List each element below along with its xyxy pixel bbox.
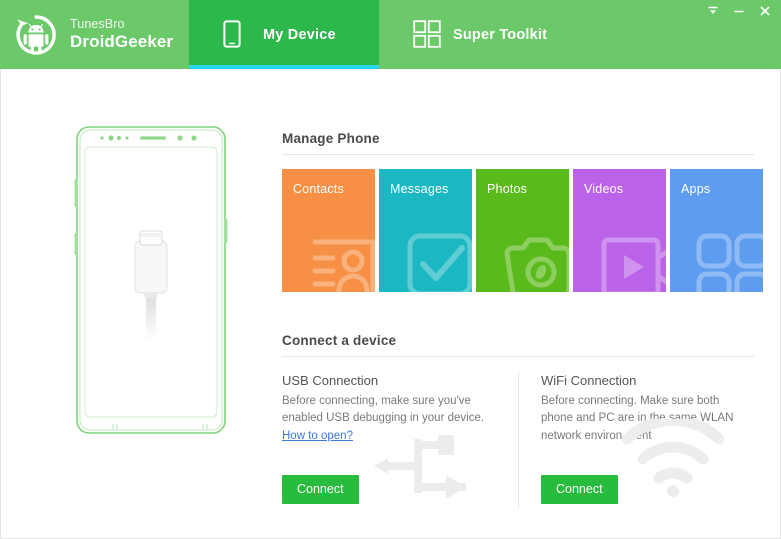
close-icon[interactable] — [753, 1, 777, 21]
wifi-connect-button[interactable]: Connect — [541, 474, 618, 504]
tab-super-toolkit[interactable]: Super Toolkit — [379, 0, 639, 69]
tile-photos-label: Photos — [487, 182, 528, 196]
connect-device-title: Connect a device — [282, 333, 754, 357]
tile-videos-label: Videos — [584, 182, 624, 196]
tile-messages-label: Messages — [390, 182, 449, 196]
brand-text: TunesBro DroidGeeker — [70, 17, 173, 52]
tile-photos[interactable]: Photos — [476, 169, 569, 292]
phone-icon — [223, 19, 249, 50]
minimize-icon[interactable] — [727, 1, 751, 21]
contact-card-icon — [305, 228, 375, 292]
wifi-connection-column: WiFi Connection Before connecting. Make … — [518, 373, 754, 508]
content-area: Manage Phone Contacts Messages Photos Vi… — [0, 69, 781, 539]
tab-super-toolkit-label: Super Toolkit — [453, 26, 548, 43]
manage-phone-tiles: Contacts Messages Photos Videos Apps — [282, 169, 763, 292]
usb-connection-desc: Before connecting, make sure you've enab… — [282, 393, 498, 445]
window-controls — [701, 0, 777, 22]
app-window: TunesBro DroidGeeker My Device Super Too… — [0, 0, 781, 539]
grid-2x2-icon — [413, 19, 441, 50]
brand: TunesBro DroidGeeker — [0, 0, 189, 69]
apps-grid-icon — [693, 228, 763, 292]
connect-columns: USB Connection Before connecting, make s… — [282, 373, 754, 508]
check-message-icon — [402, 228, 472, 292]
android-refresh-logo-icon — [12, 11, 60, 59]
tile-apps-label: Apps — [681, 182, 711, 196]
wifi-connection-desc: Before connecting. Make sure both phone … — [541, 395, 734, 442]
brand-line-1: TunesBro — [70, 17, 125, 32]
tile-apps[interactable]: Apps — [670, 169, 763, 292]
tile-videos[interactable]: Videos — [573, 169, 666, 292]
camera-icon — [499, 228, 569, 292]
manage-phone-title: Manage Phone — [282, 131, 754, 155]
wifi-connection-title: WiFi Connection — [541, 373, 637, 388]
how-to-open-link[interactable]: How to open? — [282, 430, 353, 442]
usb-connection-column: USB Connection Before connecting, make s… — [282, 373, 518, 508]
menu-icon[interactable] — [701, 1, 725, 21]
manage-phone-section: Manage Phone Contacts Messages Photos Vi… — [282, 131, 763, 292]
usb-desc-text: Before connecting, make sure you've enab… — [282, 395, 485, 425]
brand-line-2: DroidGeeker — [70, 31, 174, 51]
connect-device-section: Connect a device USB Connection Before c… — [282, 333, 754, 508]
video-play-icon — [596, 228, 666, 292]
tab-my-device-label: My Device — [263, 26, 336, 43]
usb-connection-title: USB Connection — [282, 373, 379, 388]
tile-contacts[interactable]: Contacts — [282, 169, 375, 292]
usb-connect-button[interactable]: Connect — [282, 474, 359, 504]
tile-contacts-label: Contacts — [293, 182, 344, 196]
tab-my-device[interactable]: My Device — [189, 0, 379, 69]
phone-outline-with-usb-cable-icon — [61, 121, 251, 441]
tile-messages[interactable]: Messages — [379, 169, 472, 292]
app-header: TunesBro DroidGeeker My Device Super Too… — [0, 0, 781, 69]
